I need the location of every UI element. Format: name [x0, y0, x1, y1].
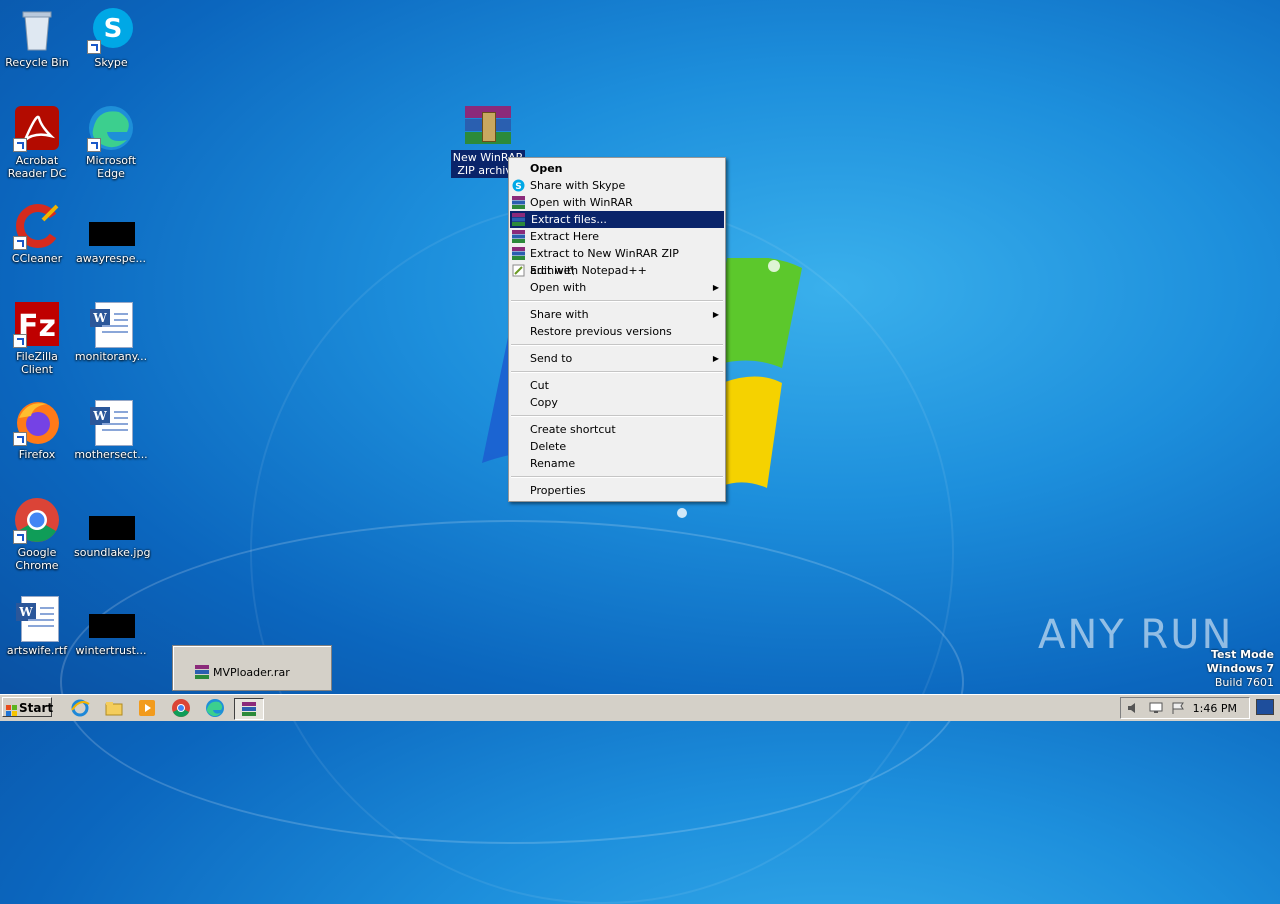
taskbar: Start 1:46 PM [0, 694, 1280, 721]
desktop-icon-acrobat[interactable]: Acrobat Reader DC [0, 104, 74, 180]
skype-icon: S [87, 6, 135, 54]
shortcut-arrow-icon [13, 432, 27, 446]
clock[interactable]: 1:46 PM [1193, 702, 1237, 715]
thumbnail-title: MVPloader.rar [213, 666, 290, 679]
menu-separator [511, 371, 723, 373]
network-icon[interactable] [1149, 702, 1163, 714]
menu-separator [511, 344, 723, 346]
acrobat-icon [13, 104, 61, 152]
word-document-icon [13, 594, 61, 642]
menu-item-open[interactable]: Open [509, 160, 725, 177]
anyrun-watermark: ANY RUN [1038, 612, 1234, 658]
start-button[interactable]: Start [2, 697, 53, 717]
winrar-taskbar-icon[interactable] [234, 698, 264, 720]
shortcut-arrow-icon [13, 236, 27, 250]
notepadpp-icon [512, 264, 525, 277]
ccleaner-icon [13, 202, 61, 250]
desktop-icon-edge[interactable]: Microsoft Edge [74, 104, 148, 180]
filezilla-icon: Fz [13, 300, 61, 348]
context-menu: Open S Share with Skype Open with WinRAR… [508, 157, 726, 502]
submenu-arrow-icon: ▶ [712, 354, 719, 363]
recycle-bin-icon [13, 6, 61, 54]
action-center-flag-icon[interactable] [1171, 702, 1185, 714]
test-mode-notice: Test Mode Windows 7 Build 7601 [1206, 648, 1274, 689]
desktop-icon-soundlake[interactable]: soundlake.jpg [74, 496, 150, 559]
menu-item-create-shortcut[interactable]: Create shortcut [509, 421, 725, 438]
word-document-icon [87, 398, 135, 446]
desktop-icon-filezilla[interactable]: Fz FileZilla Client [0, 300, 74, 376]
submenu-arrow-icon: ▶ [712, 310, 719, 319]
image-file-icon [87, 594, 135, 642]
svg-text:S: S [104, 14, 123, 44]
menu-item-extract-to-folder[interactable]: Extract to New WinRAR ZIP archive\ [509, 245, 725, 277]
menu-item-send-to[interactable]: Send to ▶ [509, 350, 725, 367]
word-document-icon [87, 300, 135, 348]
menu-separator [511, 476, 723, 478]
chrome-icon [13, 496, 61, 544]
shortcut-arrow-icon [13, 530, 27, 544]
desktop-icon-artswife[interactable]: artswife.rtf [0, 594, 74, 657]
winrar-icon [195, 665, 209, 679]
menu-item-edit-with-notepadpp[interactable]: Edit with Notepad++ [509, 262, 725, 279]
edge-icon [87, 104, 135, 152]
skype-icon: S [512, 179, 525, 192]
ie-icon[interactable] [70, 698, 90, 718]
menu-item-share-with-skype[interactable]: S Share with Skype [509, 177, 725, 194]
taskbar-thumbnail-mvploader[interactable]: MVPloader.rar [172, 645, 332, 691]
menu-item-extract-here[interactable]: Extract Here [509, 228, 725, 245]
desktop-icon-skype[interactable]: S Skype [74, 6, 148, 69]
desktop-icon-chrome[interactable]: Google Chrome [0, 496, 74, 572]
system-tray: 1:46 PM [1120, 697, 1250, 719]
menu-item-restore-previous-versions[interactable]: Restore previous versions [509, 323, 725, 340]
menu-separator [511, 300, 723, 302]
desktop-icon-firefox[interactable]: Firefox [0, 398, 74, 461]
desktop-icon-ccleaner[interactable]: CCleaner [0, 202, 74, 265]
menu-item-copy[interactable]: Copy [509, 394, 725, 411]
explorer-folder-icon[interactable] [104, 698, 124, 718]
desktop-icon-wintertrust[interactable]: wintertrust... [74, 594, 148, 657]
menu-item-properties[interactable]: Properties [509, 482, 725, 499]
speaker-icon[interactable] [1127, 702, 1141, 714]
shortcut-arrow-icon [13, 138, 27, 152]
shortcut-arrow-icon [87, 138, 101, 152]
menu-item-cut[interactable]: Cut [509, 377, 725, 394]
menu-item-extract-files[interactable]: Extract files... [510, 211, 724, 228]
show-desktop-icon[interactable] [1256, 699, 1274, 715]
desktop-icon-awayrespe[interactable]: awayrespe... [74, 202, 148, 265]
shortcut-arrow-icon [87, 40, 101, 54]
desktop-icon-recycle-bin[interactable]: Recycle Bin [0, 6, 74, 69]
shortcut-arrow-icon [13, 334, 27, 348]
menu-item-rename[interactable]: Rename [509, 455, 725, 472]
image-file-icon [87, 496, 135, 544]
menu-item-delete[interactable]: Delete [509, 438, 725, 455]
winrar-icon [512, 196, 525, 209]
media-player-icon[interactable] [137, 698, 157, 718]
desktop-icon-monitorany[interactable]: monitorany... [74, 300, 148, 363]
svg-text:S: S [515, 182, 521, 192]
menu-item-share-with[interactable]: Share with ▶ [509, 306, 725, 323]
chrome-icon[interactable] [171, 698, 191, 718]
edge-icon[interactable] [205, 698, 225, 718]
image-file-icon [87, 202, 135, 250]
menu-item-open-with[interactable]: Open with ▶ [509, 279, 725, 296]
menu-item-open-with-winrar[interactable]: Open with WinRAR [509, 194, 725, 211]
winrar-icon [512, 230, 525, 243]
menu-separator [511, 415, 723, 417]
winrar-icon [512, 247, 525, 260]
windows-flag-icon [6, 702, 17, 716]
firefox-icon [13, 398, 61, 446]
winrar-archive-icon [465, 106, 511, 146]
winrar-icon [512, 213, 525, 226]
desktop-icon-mothersect[interactable]: mothersect... [74, 398, 148, 461]
submenu-arrow-icon: ▶ [712, 283, 719, 292]
